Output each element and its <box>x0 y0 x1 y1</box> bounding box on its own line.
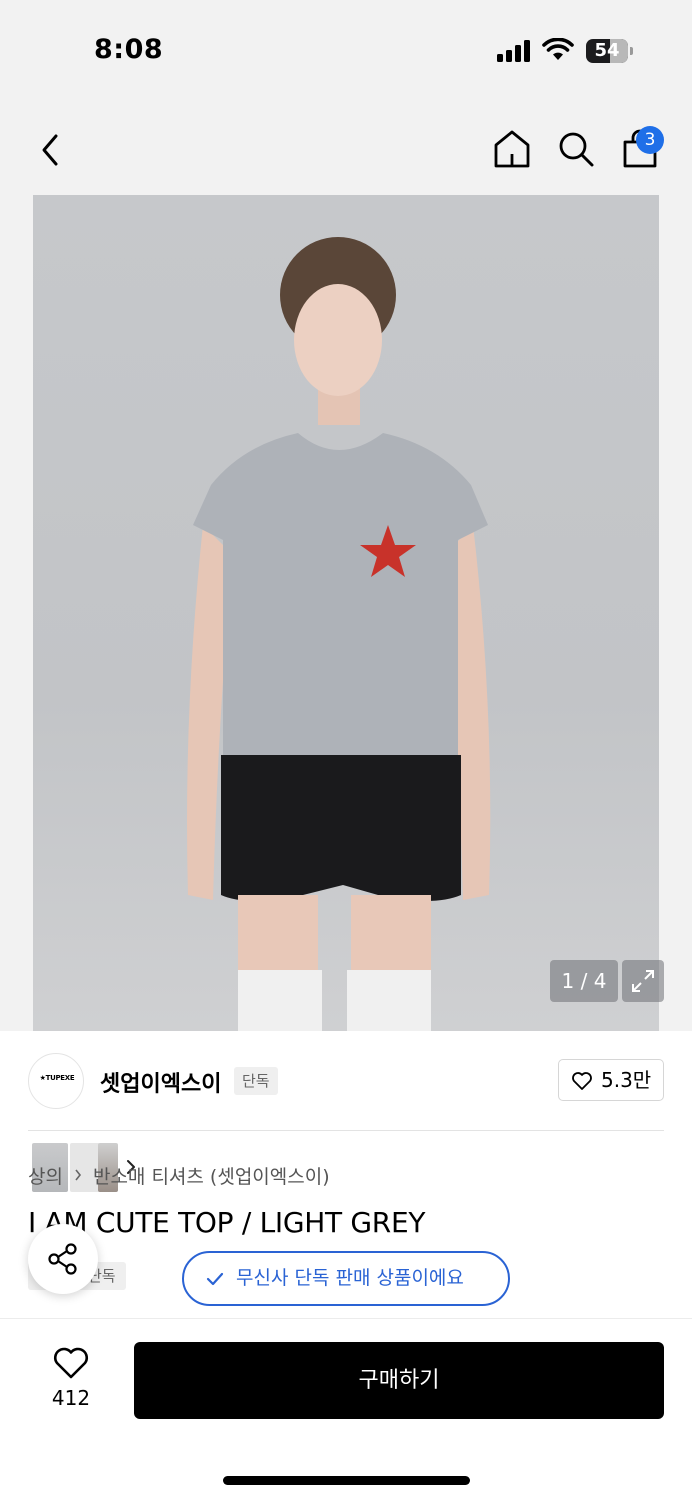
cellular-signal-icon <box>497 40 530 62</box>
cart-badge: 3 <box>636 126 664 154</box>
heart-icon <box>572 1072 592 1090</box>
top-nav <box>0 100 692 195</box>
brand-like-count: 5.3만 <box>601 1068 652 1092</box>
back-icon[interactable] <box>34 130 70 170</box>
search-icon[interactable] <box>556 128 596 170</box>
home-indicator <box>223 1476 470 1485</box>
exclusive-badge: 단독 <box>234 1067 278 1095</box>
product-photo <box>33 195 659 1031</box>
status-bar: 8:08 54 <box>0 0 692 100</box>
brand-logo-text: ★TUPEXE <box>39 1074 75 1082</box>
product-gallery[interactable] <box>0 195 692 1197</box>
divider <box>0 1318 692 1319</box>
share-icon <box>48 1243 77 1275</box>
wishlist-button[interactable]: 412 <box>40 1342 102 1418</box>
divider <box>28 1130 664 1131</box>
expand-icon <box>632 970 654 992</box>
expand-button[interactable] <box>622 960 664 1002</box>
battery-level: 54 <box>594 40 620 61</box>
exclusive-notice-text: 무신사 단독 판매 상품이에요 <box>236 1267 464 1289</box>
exclusive-notice-pill[interactable]: 무신사 단독 판매 상품이에요 <box>182 1251 510 1306</box>
brand-logo[interactable]: ★TUPEXE <box>28 1053 84 1109</box>
status-time: 8:08 <box>94 34 164 65</box>
breadcrumb-item[interactable]: 반소매 티셔츠 (셋업이엑스이) <box>93 1162 330 1189</box>
image-counter: 1 / 4 <box>550 960 618 1002</box>
brand-name[interactable]: 셋업이엑스이 <box>100 1066 221 1098</box>
breadcrumb-item[interactable]: 상의 <box>28 1162 63 1189</box>
heart-icon <box>54 1347 88 1379</box>
check-icon <box>206 1272 224 1286</box>
battery-icon: 54 <box>586 39 628 63</box>
brand-like-button[interactable]: 5.3만 <box>558 1059 664 1101</box>
wifi-icon <box>542 38 574 60</box>
wishlist-count: 412 <box>51 1386 91 1410</box>
chevron-right-icon <box>75 1169 81 1181</box>
share-button[interactable] <box>28 1224 98 1294</box>
buy-button[interactable]: 구매하기 <box>134 1342 664 1419</box>
home-icon[interactable] <box>492 128 532 170</box>
breadcrumb: 상의 반소매 티셔츠 (셋업이엑스이) <box>28 1161 330 1189</box>
